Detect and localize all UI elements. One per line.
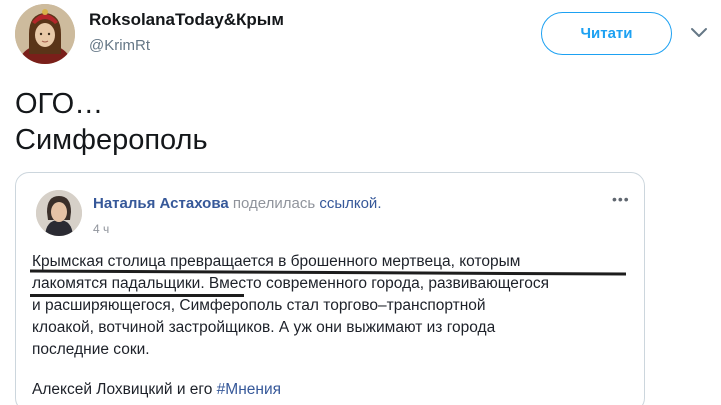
fb-hashtag: #Мнения — [216, 381, 281, 398]
fb-body-line: Крымская столица превращается в брошенно… — [32, 253, 521, 270]
fb-post-time: 4 ч — [93, 222, 110, 236]
fb-post-header: Наталья Астахова поделилась ссылкой. — [93, 195, 381, 212]
fb-author-avatar — [36, 190, 82, 236]
follow-button[interactable]: Читати — [541, 12, 672, 55]
more-options-icon: ••• — [612, 191, 630, 207]
highlight-underline — [30, 294, 244, 297]
chevron-down-icon[interactable] — [688, 25, 710, 41]
tweet: RoksolanaToday&Крым @KrimRt Читати ОГО… … — [0, 0, 721, 405]
fb-post-footer: Алексей Лохвицкий и его #Мнения — [32, 381, 281, 399]
fb-footer-text: Алексей Лохвицкий и его — [32, 381, 213, 398]
tweet-text-line: ОГО… — [15, 88, 104, 120]
fb-link-text: ссылкой. — [319, 195, 382, 212]
fb-post-body: Крымская столица превращается в брошенно… — [32, 251, 636, 361]
fb-body-line: лакомятся падальщики. Вместо современног… — [32, 275, 550, 292]
tweet-text: ОГО… Симферополь — [15, 86, 208, 158]
fb-action-text: поделилась — [232, 195, 316, 212]
fb-body-line: клоакой, вотчиной застройщиков. А уж они… — [32, 319, 496, 336]
display-name[interactable]: RoksolanaToday&Крым — [89, 10, 284, 30]
profile-avatar[interactable] — [15, 4, 75, 64]
user-handle[interactable]: @KrimRt — [89, 37, 150, 54]
fb-body-line: последние соки. — [32, 341, 150, 358]
fb-author-name: Наталья Астахова — [93, 195, 229, 212]
tweet-text-line: Симферополь — [15, 124, 208, 156]
attached-image[interactable]: Наталья Астахова поделилась ссылкой. 4 ч… — [15, 172, 645, 405]
fb-body-line: и расширяющегося, Симферополь стал торго… — [32, 297, 486, 314]
